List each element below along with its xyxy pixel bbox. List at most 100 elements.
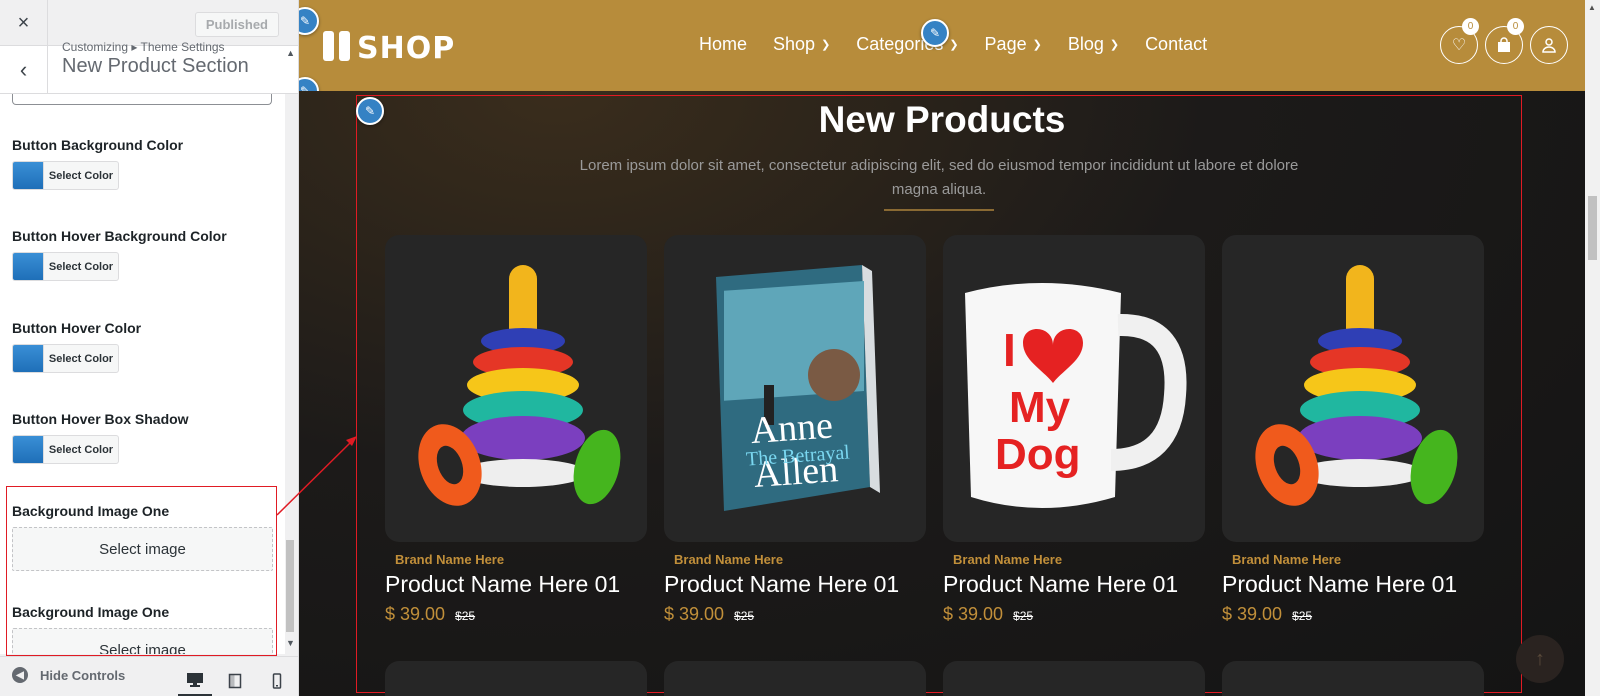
product-image-mug[interactable]: I My Dog xyxy=(943,235,1205,542)
arrow-up-icon: ↑ xyxy=(1535,647,1545,670)
select-color-label: Select Color xyxy=(43,436,118,463)
cart-count-badge: 0 xyxy=(1507,18,1524,35)
product-name[interactable]: Product Name Here 01 xyxy=(385,571,647,598)
nav-label: Shop xyxy=(773,34,816,54)
logo-mark-icon xyxy=(323,31,353,61)
current-price: $ 39.00 xyxy=(664,604,725,624)
nav-home[interactable]: Home xyxy=(699,34,747,55)
button-hover-bg-color-picker[interactable]: Select Color xyxy=(12,252,119,281)
product-card-partial xyxy=(943,661,1205,696)
product-card[interactable]: Brand Name Here Product Name Here 01 $ 3… xyxy=(1222,235,1484,625)
control-label-button-hover-box-shadow: Button Hover Box Shadow xyxy=(12,411,189,427)
edit-shortcut-pencil-icon[interactable]: ✎ xyxy=(356,97,384,125)
main-nav: Home Shop ❯ Categories ❯ Page ❯ Blog ❯ Conta… xyxy=(699,34,1233,55)
tablet-preview-icon[interactable] xyxy=(218,665,252,696)
scrollbar-thumb[interactable] xyxy=(286,540,294,632)
nav-page[interactable]: Page ❯ xyxy=(985,34,1042,55)
breadcrumb: Customizing ▸ Theme Settings xyxy=(62,40,225,54)
select-color-label: Select Color xyxy=(43,345,118,372)
preview-scrollbar[interactable]: ▲ xyxy=(1585,0,1600,696)
current-price: $ 39.00 xyxy=(1222,604,1283,624)
button-hover-color-picker[interactable]: Select Color xyxy=(12,344,119,373)
current-price: $ 39.00 xyxy=(385,604,446,624)
product-brand: Brand Name Here xyxy=(674,552,784,567)
hide-controls-label: Hide Controls xyxy=(40,667,126,683)
new-products-section: New Products Lorem ipsum dolor sit amet,… xyxy=(299,91,1585,696)
cart-button[interactable]: 0 xyxy=(1485,18,1524,64)
product-card-partial xyxy=(664,661,926,696)
scroll-down-icon[interactable]: ▼ xyxy=(286,638,295,648)
mug-text-dog: Dog xyxy=(995,430,1081,479)
desktop-preview-icon[interactable] xyxy=(178,665,212,696)
book-cover-icon xyxy=(716,265,880,511)
sidebar-scrollbar[interactable]: ▲ ▼ xyxy=(284,46,296,656)
mug-text-i: I xyxy=(1003,324,1016,376)
scrollbar-thumb[interactable] xyxy=(1588,196,1597,260)
button-bg-color-picker[interactable]: Select Color xyxy=(12,161,119,190)
product-price: $ 39.00 $25 xyxy=(664,604,926,625)
chevron-down-icon: ❯ xyxy=(821,39,831,51)
select-color-label: Select Color xyxy=(43,253,118,280)
publish-button[interactable]: Published xyxy=(194,12,279,37)
heart-icon: ♡ xyxy=(1451,37,1467,54)
product-name[interactable]: Product Name Here 01 xyxy=(943,571,1205,598)
old-price: $25 xyxy=(734,609,755,623)
user-icon xyxy=(1542,38,1556,53)
section-title: New Product Section xyxy=(62,55,249,77)
chevron-down-icon: ❯ xyxy=(1032,39,1042,51)
mobile-preview-icon[interactable] xyxy=(260,665,294,696)
product-name[interactable]: Product Name Here 01 xyxy=(664,571,926,598)
product-brand: Brand Name Here xyxy=(953,552,1063,567)
nav-blog[interactable]: Blog ❯ xyxy=(1068,34,1119,55)
product-card[interactable]: Brand Name Here Product Name Here 01 $ 3… xyxy=(385,235,647,625)
product-price: $ 39.00 $25 xyxy=(943,604,1205,625)
control-label-button-hover-bg-color: Button Hover Background Color xyxy=(12,228,227,244)
back-arrow-icon[interactable]: ‹ xyxy=(0,46,48,94)
color-swatch xyxy=(13,253,43,280)
color-swatch xyxy=(13,162,43,189)
scroll-up-icon[interactable]: ▲ xyxy=(1588,3,1596,12)
button-hover-box-shadow-picker[interactable]: Select Color xyxy=(12,435,119,464)
close-icon[interactable]: × xyxy=(0,0,48,46)
nav-shop[interactable]: Shop ❯ xyxy=(773,34,830,55)
mug-icon xyxy=(965,283,1187,508)
site-preview: SHOP Home Shop ❯ Categories ❯ Page ❯ Blog ❯ … xyxy=(299,0,1600,696)
wishlist-button[interactable]: ♡ 0 xyxy=(1440,18,1479,64)
highlight-box xyxy=(6,486,277,656)
collapse-arrow-icon: ◀ xyxy=(12,667,28,683)
nav-contact[interactable]: Contact xyxy=(1145,34,1207,55)
site-logo[interactable]: SHOP xyxy=(323,28,455,66)
hide-controls-button[interactable]: ◀ Hide Controls xyxy=(12,667,125,683)
control-label-button-bg-color: Button Background Color xyxy=(12,137,184,153)
customizer-sidebar: × Published Button Background Color Sele… xyxy=(0,0,299,696)
nav-label: Home xyxy=(699,34,748,54)
old-price: $25 xyxy=(1013,609,1034,623)
product-image-book[interactable]: Anne Allen The Betrayal xyxy=(664,235,926,542)
wishlist-count-badge: 0 xyxy=(1462,18,1479,35)
product-name[interactable]: Product Name Here 01 xyxy=(1222,571,1484,598)
customizer-footer: ◀ Hide Controls xyxy=(0,656,298,696)
stacking-rings-toy-icon xyxy=(1255,265,1458,506)
account-button[interactable] xyxy=(1530,26,1568,64)
section-description: Lorem ipsum dolor sit amet, consectetur … xyxy=(579,157,1299,198)
edit-shortcut-pencil-icon[interactable]: ✎ xyxy=(921,19,949,47)
shopping-bag-icon xyxy=(1498,37,1510,52)
product-card[interactable]: I My Dog Brand Name Here Product Name He… xyxy=(943,235,1205,625)
chevron-down-icon: ❯ xyxy=(949,39,959,51)
nav-label: Contact xyxy=(1145,34,1208,54)
mug-text-my: My xyxy=(1009,383,1071,432)
scroll-to-top-button[interactable]: ↑ xyxy=(1516,635,1564,683)
product-card[interactable]: Anne Allen The Betrayal Brand Name Here … xyxy=(664,235,926,625)
old-price: $25 xyxy=(1292,609,1313,623)
text-field[interactable] xyxy=(12,94,272,105)
product-image-stacking-toy[interactable] xyxy=(385,235,647,542)
section-heading: New Products xyxy=(818,99,1066,140)
nav-label: Blog xyxy=(1067,34,1104,54)
product-card-partial xyxy=(1222,661,1484,696)
color-swatch xyxy=(13,436,43,463)
control-label-button-hover-color: Button Hover Color xyxy=(12,320,142,336)
product-image-stacking-toy[interactable] xyxy=(1222,235,1484,542)
scroll-up-icon[interactable]: ▲ xyxy=(286,48,295,58)
current-price: $ 39.00 xyxy=(943,604,1004,624)
product-card-partial xyxy=(385,661,647,696)
